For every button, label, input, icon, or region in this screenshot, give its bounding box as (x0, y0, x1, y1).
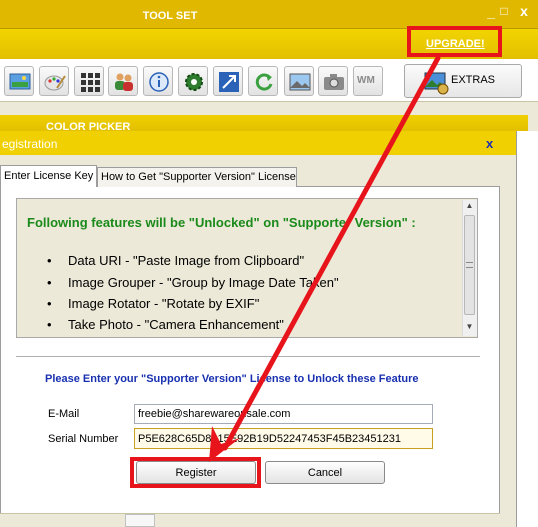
register-highlight-box (130, 457, 261, 488)
tool-camera-button[interactable] (318, 66, 348, 96)
cancel-button[interactable]: Cancel (265, 461, 385, 484)
tool-grid-button[interactable] (74, 66, 104, 96)
bottom-cell (125, 514, 155, 527)
rotate-icon (255, 73, 273, 91)
tool-settings-button[interactable] (178, 66, 208, 96)
email-field[interactable] (134, 404, 433, 424)
extras-label: EXTRAS (451, 74, 496, 86)
scroll-grip-icon (466, 262, 473, 268)
feature-item: Image Grouper - "Group by Image Date Tak… (47, 275, 339, 290)
bottom-strip (0, 513, 500, 527)
camera-icon (324, 74, 344, 90)
features-heading: Following features will be "Unlocked" on… (27, 215, 416, 230)
extras-icon (424, 72, 449, 95)
dialog-close-button[interactable]: x (486, 136, 493, 151)
tool-watermark-button[interactable]: WM (353, 66, 383, 96)
license-prompt: Please Enter your "Supporter Version" Li… (45, 373, 419, 385)
tool-info-button[interactable] (143, 66, 173, 96)
tool-paint-button[interactable] (39, 66, 69, 96)
email-label: E-Mail (48, 408, 80, 420)
scroll-up-arrow-icon[interactable]: ▲ (463, 201, 476, 213)
close-window-button[interactable]: x (516, 3, 532, 19)
feature-item: Data URI - "Paste Image from Clipboard" (47, 253, 304, 268)
resize-icon (219, 72, 239, 92)
tool-image-viewer-button[interactable] (4, 66, 34, 96)
tab-label: Enter License Key (4, 170, 94, 182)
users-icon (115, 73, 133, 91)
serial-number-field[interactable] (134, 428, 433, 449)
feature-item: Image Rotator - "Rotate by EXIF" (47, 296, 259, 311)
serial-number-label: Serial Number (48, 433, 119, 445)
info-icon (149, 72, 169, 92)
toolset-label: TOOL SET (142, 10, 198, 22)
tool-rotate-button[interactable] (248, 66, 278, 96)
tab-label: How to Get "Supporter Version" License (101, 171, 296, 183)
feature-item: Take Photo - "Camera Enhancement" (47, 317, 284, 332)
upgrade-highlight-box (407, 26, 502, 57)
divider (16, 356, 480, 357)
maximize-button[interactable]: □ (497, 4, 511, 20)
tool-photo-button[interactable] (284, 66, 314, 96)
dialog-titlebar (0, 131, 516, 155)
scroll-down-arrow-icon[interactable]: ▼ (463, 322, 476, 334)
grid-icon (81, 73, 100, 92)
minimize-button[interactable]: _ (484, 4, 498, 20)
watermark-icon: WM (357, 75, 375, 86)
background-window-edge (516, 131, 538, 527)
tool-users-button[interactable] (108, 66, 138, 96)
paint-palette-icon (44, 75, 66, 91)
landscape-image-icon (289, 73, 311, 91)
gear-icon (185, 73, 203, 91)
tool-resize-button[interactable] (213, 66, 243, 96)
dialog-title: egistration (2, 137, 58, 151)
image-viewer-icon (9, 73, 31, 90)
